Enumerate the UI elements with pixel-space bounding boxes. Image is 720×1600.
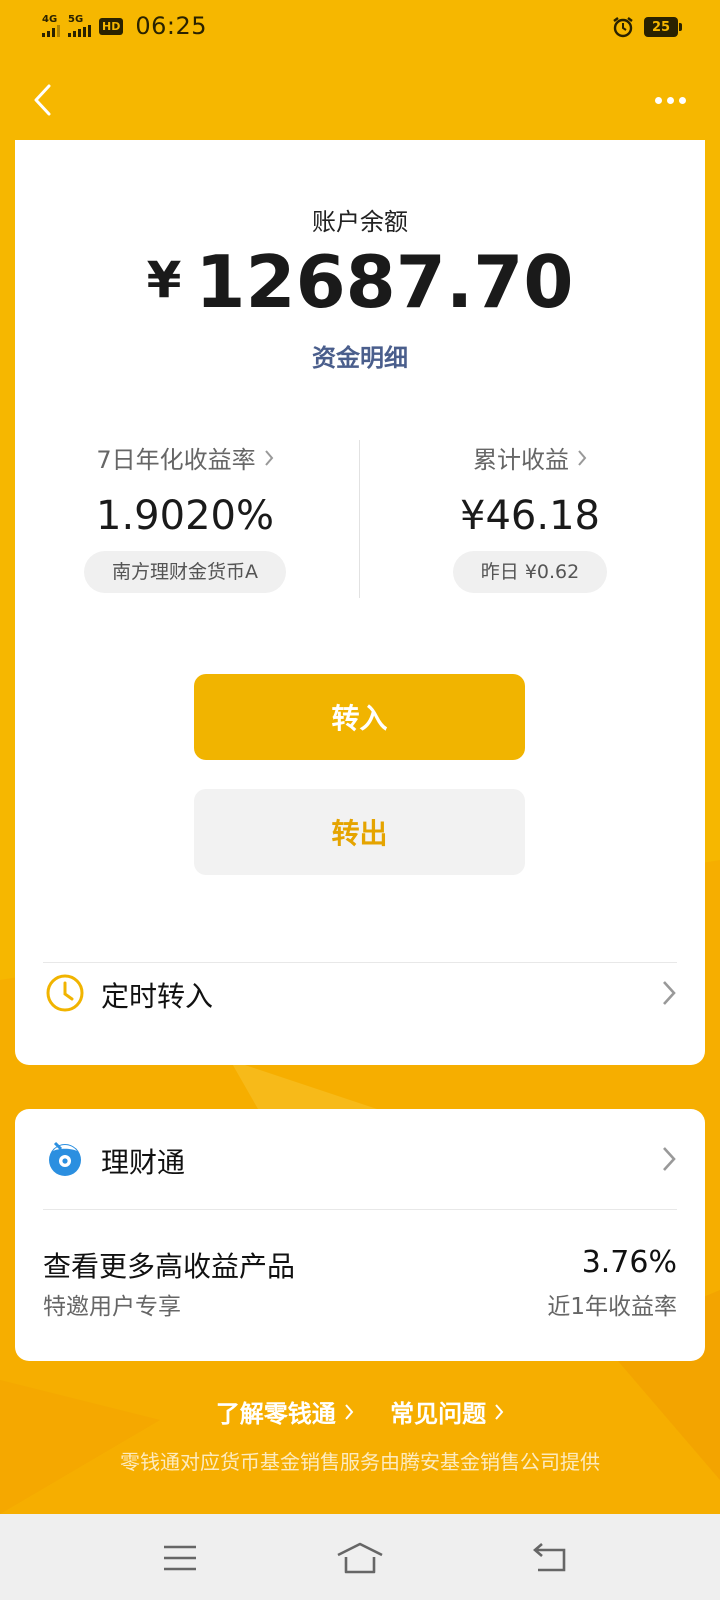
balance-number: 12687.70 (195, 240, 574, 324)
menu-icon (164, 1545, 196, 1571)
chevron-right-icon (578, 449, 587, 466)
yield-title-link[interactable]: 7日年化收益率 (96, 440, 273, 475)
cumulative-title: 累计收益 (473, 446, 569, 474)
licaitong-row[interactable]: 理财通 (15, 1121, 705, 1201)
nav-bar (0, 70, 720, 130)
promo-rate: 3.76% (581, 1245, 677, 1280)
licaitong-label: 理财通 (101, 1146, 186, 1179)
card-divider (43, 1209, 677, 1210)
scheduled-transfer-label: 定时转入 (101, 980, 214, 1013)
promo-row[interactable]: 查看更多高收益产品 特邀用户专享 3.76% 近1年收益率 (15, 1219, 705, 1339)
transfer-in-button[interactable]: 转入 (194, 674, 525, 760)
cumulative-stat: 累计收益 ¥46.18 昨日 ¥0.62 (360, 440, 700, 593)
status-bar: 4G 5G HD 06:25 25 (0, 0, 720, 56)
status-time: 06:25 (135, 12, 208, 40)
licaitong-card: 理财通 查看更多高收益产品 特邀用户专享 3.76% 近1年收益率 (15, 1109, 705, 1361)
footer-links: 了解零钱通 常见问题 (0, 1394, 720, 1429)
balance-card: 账户余额 ¥12687.70 资金明细 7日年化收益率 1.9020% 南方理财… (15, 140, 705, 1065)
signal-5g-icon: 5G (68, 15, 91, 37)
fund-name-badge: 南方理财金货币A (84, 551, 286, 593)
battery-icon: 25 (644, 17, 682, 37)
balance-amount: ¥12687.70 (15, 240, 705, 324)
chevron-right-icon (495, 1403, 504, 1420)
more-dot-icon (654, 96, 662, 104)
back-button[interactable] (20, 78, 64, 122)
fund-details-link[interactable]: 资金明细 (15, 338, 705, 373)
promo-rate-label: 近1年收益率 (547, 1294, 677, 1320)
home-button[interactable] (330, 1538, 390, 1578)
faq-link-label: 常见问题 (390, 1400, 487, 1428)
about-link-label: 了解零钱通 (215, 1400, 336, 1428)
yield-title: 7日年化收益率 (96, 446, 256, 474)
chevron-right-icon (345, 1403, 354, 1420)
balance-label: 账户余额 (312, 208, 408, 236)
transfer-out-button[interactable]: 转出 (194, 789, 525, 875)
hd-voice-icon: HD (99, 17, 124, 35)
licaitong-logo-icon (49, 1141, 81, 1176)
more-dot-icon (678, 96, 686, 104)
cumulative-title-link[interactable]: 累计收益 (473, 440, 587, 475)
footer-disclaimer: 零钱通对应货币基金销售服务由腾安基金销售公司提供 (120, 1450, 600, 1474)
promo-subtitle: 特邀用户专享 (43, 1294, 181, 1320)
promo-title: 查看更多高收益产品 (43, 1250, 296, 1283)
signal-4g-icon: 4G (42, 15, 60, 37)
more-dot-icon (666, 96, 674, 104)
currency-symbol: ¥ (146, 251, 182, 309)
yield-stat: 7日年化收益率 1.9020% 南方理财金货币A (15, 440, 355, 593)
chevron-left-icon (34, 84, 51, 116)
home-icon (337, 1542, 383, 1574)
return-icon (533, 1543, 566, 1572)
scheduled-transfer-row[interactable]: 定时转入 (15, 955, 705, 1035)
chevron-right-icon (663, 981, 676, 1005)
cumulative-value: ¥46.18 (460, 493, 600, 539)
system-nav-bar (0, 1514, 720, 1600)
yesterday-badge: 昨日 ¥0.62 (452, 551, 608, 593)
yield-value: 1.9020% (96, 493, 274, 539)
faq-link[interactable]: 常见问题 (390, 1394, 504, 1429)
alarm-icon (613, 17, 633, 38)
clock-icon (46, 974, 84, 1012)
chevron-right-icon (663, 1147, 676, 1171)
more-options-button[interactable] (640, 78, 700, 122)
chevron-right-icon (264, 449, 273, 466)
menu-button[interactable] (150, 1538, 210, 1578)
back-system-button[interactable] (520, 1538, 580, 1578)
about-link[interactable]: 了解零钱通 (216, 1394, 354, 1429)
